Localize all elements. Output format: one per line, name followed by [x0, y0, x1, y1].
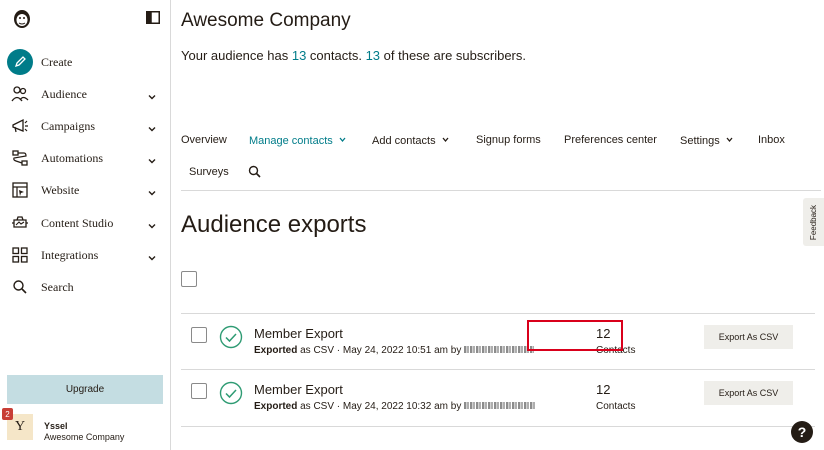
checkmark-circle-icon	[219, 325, 243, 349]
collapse-sidebar-icon[interactable]	[146, 11, 160, 24]
contact-count: 12	[596, 382, 611, 397]
export-name: Member Export	[254, 382, 343, 397]
audience-summary: Your audience has 13 contacts. 13 of the…	[181, 48, 526, 63]
website-icon	[11, 181, 29, 199]
tab-preferences-center[interactable]: Preferences center	[564, 134, 657, 146]
feedback-tab[interactable]: Feedback	[803, 198, 824, 246]
audience-icon	[11, 85, 29, 103]
sidebar-item-create[interactable]: Create	[0, 48, 170, 76]
tab-manage-contacts[interactable]: Manage contacts	[249, 134, 346, 147]
select-all-checkbox[interactable]	[181, 271, 197, 287]
sidebar-item-campaigns[interactable]: Campaigns	[0, 112, 170, 140]
sidebar-item-label: Website	[41, 182, 80, 197]
upgrade-button[interactable]: Upgrade	[7, 375, 163, 404]
sidebar: Create Audience Campaigns Automations We…	[0, 0, 171, 450]
sidebar-item-label: Automations	[41, 150, 103, 165]
tab-label: Add contacts	[372, 135, 436, 147]
sidebar-item-label: Integrations	[41, 247, 99, 262]
export-detail: as CSV · May 24, 2022 10:51 am by	[297, 345, 465, 356]
tab-label: Signup forms	[476, 134, 541, 146]
redacted-user	[464, 346, 535, 353]
main-content: Awesome Company Your audience has 13 con…	[171, 0, 824, 450]
user-name: Yssel	[44, 421, 68, 431]
user-organization: Awesome Company	[44, 432, 125, 442]
table-row: Member Export Exported as CSV · May 24, …	[181, 369, 815, 427]
contact-count-label: Contacts	[596, 401, 636, 412]
tab-label: Overview	[181, 134, 227, 146]
row-checkbox[interactable]	[191, 327, 207, 343]
redacted-user	[464, 402, 537, 409]
summary-text: contacts.	[306, 48, 366, 63]
tab-label: Settings	[680, 135, 720, 147]
notification-badge: 2	[2, 408, 13, 420]
tab-overview[interactable]: Overview	[181, 134, 227, 146]
search-icon[interactable]	[248, 165, 261, 181]
chevron-down-icon	[147, 121, 157, 132]
sidebar-item-automations[interactable]: Automations	[0, 144, 170, 172]
export-status: Exported	[254, 345, 298, 356]
help-button[interactable]: ?	[791, 421, 813, 443]
tab-label: Preferences center	[564, 134, 657, 146]
export-button-highlight	[527, 320, 623, 351]
tab-settings[interactable]: Settings	[680, 134, 733, 147]
search-icon	[11, 278, 29, 296]
export-status: Exported	[254, 401, 298, 412]
chevron-down-icon	[442, 134, 449, 143]
export-name: Member Export	[254, 326, 343, 341]
export-as-csv-button[interactable]: Export As CSV	[704, 381, 793, 405]
sidebar-item-label: Audience	[41, 86, 87, 101]
chevron-down-icon	[147, 218, 157, 229]
sidebar-item-label: Content Studio	[41, 215, 114, 230]
account-menu[interactable]: Y 2 Yssel Awesome Company	[0, 408, 170, 450]
grid-icon	[11, 246, 29, 264]
export-details: Exported as CSV · May 24, 2022 10:51 am …	[254, 345, 535, 356]
tab-inbox[interactable]: Inbox	[758, 134, 785, 146]
contacts-count[interactable]: 13	[292, 48, 306, 63]
megaphone-icon	[11, 117, 29, 135]
summary-text: of these are subscribers.	[380, 48, 526, 63]
checkmark-circle-icon	[219, 381, 243, 405]
chevron-down-icon	[147, 185, 157, 196]
section-title: Audience exports	[181, 211, 367, 238]
chevron-down-icon	[726, 134, 733, 143]
automation-icon	[11, 149, 29, 167]
tab-surveys[interactable]: Surveys	[189, 166, 229, 178]
page-title: Awesome Company	[181, 10, 351, 31]
chevron-down-icon	[339, 134, 346, 143]
tab-signup-forms[interactable]: Signup forms	[476, 134, 541, 146]
content-studio-icon	[11, 214, 29, 232]
pencil-icon	[7, 49, 33, 75]
tab-label: Inbox	[758, 134, 785, 146]
row-checkbox[interactable]	[191, 383, 207, 399]
sidebar-item-audience[interactable]: Audience	[0, 80, 170, 108]
sidebar-item-search[interactable]: Search	[0, 273, 170, 301]
chevron-down-icon	[147, 89, 157, 100]
chevron-down-icon	[147, 153, 157, 164]
chevron-down-icon	[147, 250, 157, 261]
mailchimp-logo-icon[interactable]	[10, 6, 34, 30]
sidebar-item-integrations[interactable]: Integrations	[0, 241, 170, 269]
sidebar-item-label: Search	[41, 279, 74, 294]
feedback-label: Feedback	[809, 204, 819, 240]
sidebar-item-website[interactable]: Website	[0, 176, 170, 204]
summary-text: Your audience has	[181, 48, 292, 63]
tab-label: Manage contacts	[249, 135, 333, 147]
export-as-csv-button[interactable]: Export As CSV	[704, 325, 793, 349]
sidebar-item-label: Campaigns	[41, 118, 95, 133]
sidebar-item-content-studio[interactable]: Content Studio	[0, 209, 170, 237]
audience-nav: Overview Manage contacts Add contacts Si…	[181, 126, 821, 191]
subscribers-count[interactable]: 13	[366, 48, 380, 63]
sidebar-item-label: Create	[41, 54, 73, 69]
export-details: Exported as CSV · May 24, 2022 10:32 am …	[254, 401, 537, 412]
tab-label: Surveys	[189, 166, 229, 178]
tab-add-contacts[interactable]: Add contacts	[372, 134, 449, 147]
table-row: Member Export Exported as CSV · May 24, …	[181, 313, 815, 370]
export-detail: as CSV · May 24, 2022 10:32 am by	[297, 401, 465, 412]
